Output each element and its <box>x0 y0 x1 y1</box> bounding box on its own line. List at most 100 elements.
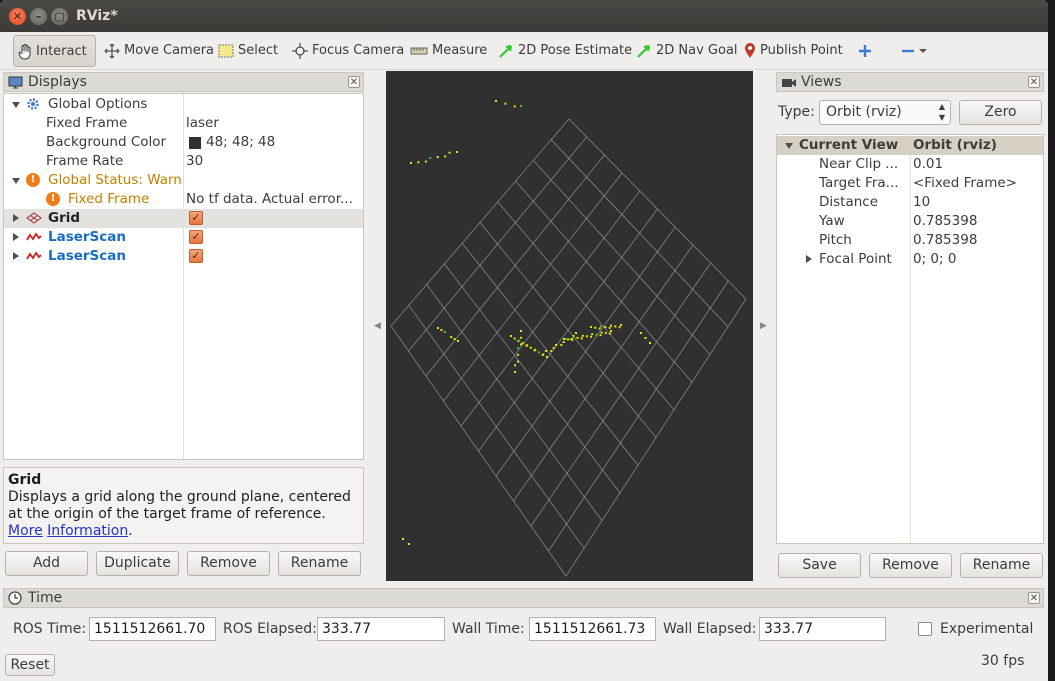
view-type-select[interactable]: Orbit (rviz) ▲ ▼ <box>819 100 951 125</box>
wall-elapsed-field[interactable]: 333.77 <box>759 617 886 641</box>
rename-display-button[interactable]: Rename <box>278 551 361 576</box>
measure-tool-button[interactable]: Measure <box>406 35 487 67</box>
expand-arrow-icon[interactable] <box>13 214 19 222</box>
ros-elapsed-label: ROS Elapsed: <box>223 621 317 637</box>
frame-rate-value[interactable]: 30 <box>186 152 203 171</box>
displays-close-button[interactable]: ✕ <box>348 76 360 88</box>
laserscan-display-row[interactable]: LaserScan ✓ <box>4 247 363 266</box>
scan-point <box>518 339 521 342</box>
laserscan-enabled-checkbox[interactable]: ✓ <box>189 249 203 263</box>
grid-display-row[interactable]: Grid ✓ <box>4 209 363 228</box>
wall-time-field[interactable]: 1511512661.73 <box>529 617 656 641</box>
more-information-link[interactable]: More <box>8 523 43 539</box>
grid-line <box>479 222 657 438</box>
ros-elapsed-field[interactable]: 333.77 <box>317 617 445 641</box>
map-pin-icon <box>745 42 755 58</box>
more-information-link[interactable]: Information <box>47 523 128 539</box>
remove-display-button[interactable]: Remove <box>187 551 270 576</box>
scan-point <box>581 334 584 337</box>
time-title: Time <box>28 590 63 606</box>
3d-render-viewport[interactable] <box>386 71 753 581</box>
scan-point <box>513 337 516 340</box>
view-property-row[interactable]: Distance 10 <box>777 193 1043 212</box>
publish-point-tool-button[interactable]: Publish Point <box>740 35 843 67</box>
background-color-value[interactable]: 48; 48; 48 <box>206 133 275 152</box>
add-tool-button[interactable] <box>854 35 876 67</box>
global-status-row[interactable]: ! Global Status: Warn <box>4 171 363 190</box>
view-type-value: Orbit (rviz) <box>826 104 902 120</box>
add-display-button[interactable]: Add <box>5 551 88 576</box>
scan-point <box>567 338 570 341</box>
view-property-row[interactable]: Yaw 0.785398 <box>777 212 1043 231</box>
focal-point-value[interactable]: 0; 0; 0 <box>913 250 956 269</box>
scan-point <box>504 102 507 105</box>
scan-point <box>604 332 607 335</box>
scan-point <box>550 350 553 352</box>
focal-point-label: Focal Point <box>819 251 892 267</box>
remove-view-button[interactable]: Remove <box>869 553 952 578</box>
scan-point <box>555 344 557 346</box>
views-close-button[interactable]: ✕ <box>1028 76 1040 88</box>
view-property-row[interactable]: Target Fra... <Fixed Frame> <box>777 174 1043 193</box>
grid-line <box>461 242 639 466</box>
experimental-checkbox[interactable] <box>918 622 932 636</box>
focus-camera-tool-button[interactable]: Focus Camera <box>288 35 404 67</box>
zero-view-button[interactable]: Zero <box>959 100 1042 125</box>
2d-nav-goal-tool-button[interactable]: 2D Nav Goal <box>632 35 738 67</box>
grid-enabled-checkbox[interactable]: ✓ <box>189 211 203 225</box>
global-status-label: Global Status: Warn <box>48 172 182 188</box>
view-property-row[interactable]: Focal Point 0; 0; 0 <box>777 250 1043 269</box>
expand-arrow-icon[interactable] <box>806 255 812 263</box>
save-view-button[interactable]: Save <box>778 553 861 578</box>
fixed-frame-value[interactable]: laser <box>186 114 219 133</box>
frame-rate-row[interactable]: Frame Rate 30 <box>4 152 363 171</box>
scan-point <box>590 335 593 338</box>
yaw-value[interactable]: 0.785398 <box>913 212 977 231</box>
expand-arrow-icon[interactable] <box>13 252 19 260</box>
expand-arrow-icon[interactable] <box>12 178 20 184</box>
scan-point <box>450 336 453 338</box>
minus-icon <box>902 49 914 52</box>
laserscan-display-row[interactable]: LaserScan ✓ <box>4 228 363 247</box>
interact-tool-button[interactable]: Interact <box>13 35 96 67</box>
color-swatch[interactable] <box>189 137 201 149</box>
window-maximize-button[interactable]: ▢ <box>51 8 68 25</box>
scan-point <box>436 156 439 159</box>
distance-value[interactable]: 10 <box>913 193 930 212</box>
window-minimize-button[interactable]: – <box>30 8 47 25</box>
scan-point <box>517 347 519 350</box>
background-color-row[interactable]: Background Color 48; 48; 48 <box>4 133 363 152</box>
status-fixed-frame-row[interactable]: ! Fixed Frame No tf data. Actual error..… <box>4 190 363 209</box>
ros-time-field[interactable]: 1511512661.70 <box>89 617 216 641</box>
rename-view-button[interactable]: Rename <box>960 553 1043 578</box>
frame-rate-label: Frame Rate <box>46 153 124 169</box>
expand-arrow-icon[interactable] <box>12 102 20 108</box>
current-view-row[interactable]: Current View Orbit (rviz) <box>777 136 1043 155</box>
select-tool-button[interactable]: Select <box>214 35 278 67</box>
views-title: Views <box>801 74 842 90</box>
scan-point <box>585 335 588 338</box>
collapse-right-arrow-icon[interactable]: ▶ <box>760 321 767 331</box>
duplicate-display-button[interactable]: Duplicate <box>96 551 179 576</box>
move-camera-label: Move Camera <box>124 43 215 58</box>
laserscan-enabled-checkbox[interactable]: ✓ <box>189 230 203 244</box>
fixed-frame-row[interactable]: Fixed Frame laser <box>4 114 363 133</box>
global-options-row[interactable]: Global Options <box>4 95 363 114</box>
expand-arrow-icon[interactable] <box>13 233 19 241</box>
near-clip-value[interactable]: 0.01 <box>913 155 943 174</box>
view-property-row[interactable]: Near Clip ... 0.01 <box>777 155 1043 174</box>
scan-point <box>429 156 432 159</box>
render-canvas <box>390 100 747 577</box>
remove-tool-menu-button[interactable] <box>897 35 931 67</box>
expand-arrow-icon[interactable] <box>785 143 793 149</box>
target-frame-value[interactable]: <Fixed Frame> <box>913 174 1017 193</box>
window-close-button[interactable]: ✕ <box>9 8 26 25</box>
time-close-button[interactable]: ✕ <box>1028 592 1040 604</box>
move-camera-tool-button[interactable]: Move Camera <box>100 35 214 67</box>
view-property-row[interactable]: Pitch 0.785398 <box>777 231 1043 250</box>
2d-pose-estimate-tool-button[interactable]: 2D Pose Estimate <box>494 35 632 67</box>
collapse-left-arrow-icon[interactable]: ◀ <box>374 321 381 331</box>
view-type-label: Type: <box>778 104 815 120</box>
pitch-value[interactable]: 0.785398 <box>913 231 977 250</box>
reset-button[interactable]: Reset <box>5 654 55 676</box>
